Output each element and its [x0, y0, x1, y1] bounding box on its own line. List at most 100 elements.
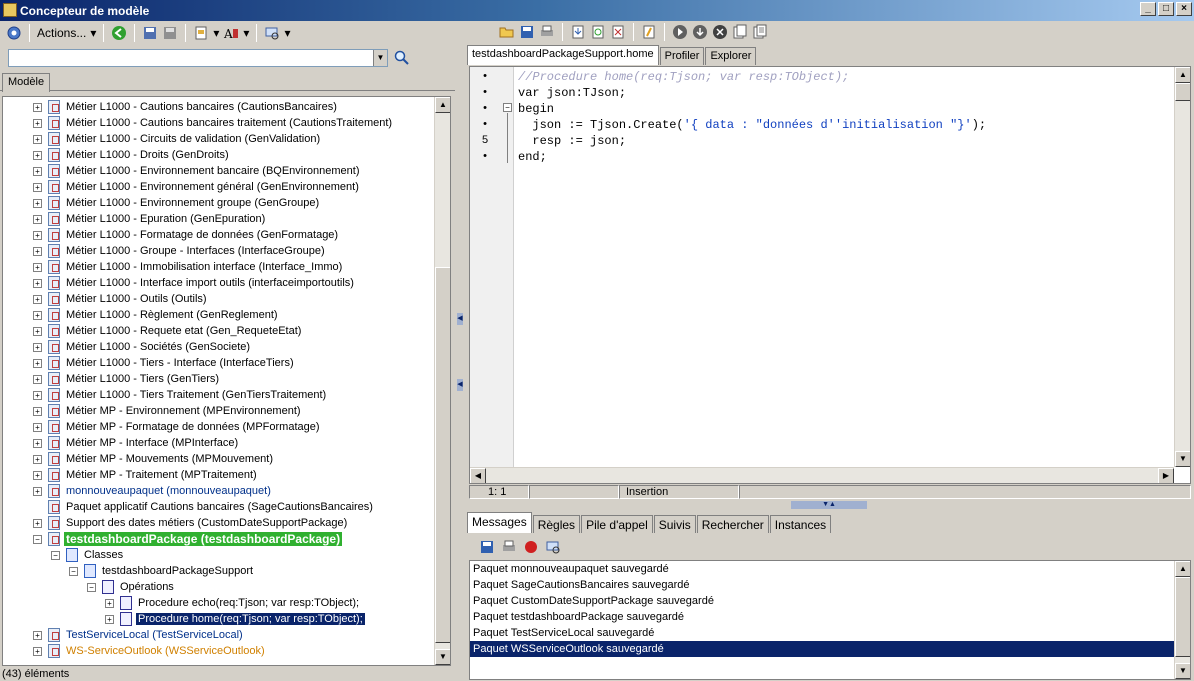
tree-item[interactable]: + Métier L1000 - Tiers (GenTiers) [33, 371, 221, 387]
vertical-splitter[interactable]: ◀ ◀ [455, 21, 465, 681]
view-icon[interactable] [264, 25, 280, 41]
docs-icon[interactable] [732, 24, 748, 40]
tree-item[interactable]: + Métier L1000 - Immobilisation interface… [33, 259, 344, 275]
expand-toggle[interactable]: + [33, 262, 42, 272]
message-row[interactable]: Paquet testdashboardPackage sauvegardé [470, 609, 1174, 625]
record-icon[interactable] [523, 539, 539, 555]
expand-toggle[interactable]: + [33, 422, 42, 432]
print-icon[interactable] [539, 24, 555, 40]
back-arrow-icon[interactable] [111, 25, 127, 41]
expand-toggle[interactable]: + [33, 390, 42, 400]
expand-toggle[interactable]: + [33, 102, 42, 112]
bottom-tab[interactable]: Pile d'appel [581, 515, 653, 533]
scroll-down-arrow[interactable]: ▼ [1175, 663, 1190, 679]
tree-item[interactable]: + Métier L1000 - Epuration (GenEpuration) [33, 211, 267, 227]
chevron-down-icon[interactable]: ▾ [90, 26, 96, 40]
save-all-icon[interactable] [142, 25, 158, 41]
expand-toggle[interactable]: + [33, 278, 42, 288]
scroll-up-arrow[interactable]: ▲ [435, 97, 450, 113]
tree-item[interactable]: + Métier MP - Interface (MPInterface) [33, 435, 240, 451]
tree-item[interactable]: + Métier L1000 - Environnement général (G… [33, 179, 361, 195]
expand-toggle[interactable]: + [33, 342, 42, 352]
new-item-icon[interactable] [193, 25, 209, 41]
fold-toggle[interactable]: − [503, 103, 512, 112]
bottom-tab[interactable]: Instances [769, 515, 832, 533]
scroll-thumb[interactable] [1175, 83, 1190, 101]
maximize-button[interactable]: □ [1158, 2, 1174, 16]
expand-toggle[interactable]: + [105, 614, 114, 624]
scroll-up-arrow[interactable]: ▲ [1175, 67, 1190, 83]
tree-item[interactable]: + Métier L1000 - Tiers - Interface (Inter… [33, 355, 296, 371]
editor-hscrollbar[interactable]: ◀ ▶ [470, 467, 1174, 483]
tree-item[interactable]: Paquet applicatif Cautions bancaires (Sa… [33, 499, 375, 515]
minimize-button[interactable]: _ [1140, 2, 1156, 16]
tree-item[interactable]: + Métier MP - Formatage de données (MPFor… [33, 419, 322, 435]
compile-icon[interactable] [641, 24, 657, 40]
tree-item[interactable]: + monnouveaupaquet (monnouveaupaquet) [33, 483, 273, 499]
scroll-left-arrow[interactable]: ◀ [470, 468, 486, 483]
expand-toggle[interactable]: + [33, 246, 42, 256]
editor-vscrollbar[interactable]: ▲ ▼ [1174, 67, 1190, 467]
expand-toggle[interactable]: + [105, 598, 114, 608]
messages-list[interactable]: Paquet monnouveaupaquet sauvegardé Paquet… [469, 560, 1191, 680]
expand-toggle[interactable]: + [33, 470, 42, 480]
search-input[interactable]: ▼ [8, 49, 388, 67]
run-icon[interactable] [672, 24, 688, 40]
tree-item[interactable]: + TestServiceLocal (TestServiceLocal) [33, 627, 245, 643]
save-icon[interactable] [519, 24, 535, 40]
tree-item[interactable]: + WS-ServiceOutlook (WSServiceOutlook) [33, 643, 267, 659]
message-row[interactable]: Paquet CustomDateSupportPackage sauvegar… [470, 593, 1174, 609]
expand-toggle[interactable]: + [33, 646, 42, 656]
expand-toggle[interactable]: + [33, 486, 42, 496]
editor-tab[interactable]: Explorer [705, 47, 757, 65]
message-row[interactable]: Paquet TestServiceLocal sauvegardé [470, 625, 1174, 641]
tree-scrollbar[interactable]: ▲ ▼ [434, 97, 450, 665]
expand-toggle[interactable]: + [33, 326, 42, 336]
tree-item[interactable]: + Métier MP - Environnement (MPEnvironnem… [33, 403, 303, 419]
tree-item[interactable]: + Métier L1000 - Cautions bancaires trait… [33, 115, 394, 131]
tree-item[interactable]: + Métier L1000 - Sociétés (GenSociete) [33, 339, 252, 355]
expand-toggle[interactable]: + [33, 374, 42, 384]
expand-toggle[interactable]: + [33, 118, 42, 128]
collapse-right-arrow[interactable]: ◀ [457, 379, 463, 391]
tree-item[interactable]: + Métier MP - Traitement (MPTraitement) [33, 467, 259, 483]
expand-toggle[interactable]: + [33, 454, 42, 464]
open-folder-icon[interactable] [499, 24, 515, 40]
tree-item[interactable]: − Classes [51, 547, 125, 563]
bottom-tab[interactable]: Règles [532, 515, 581, 533]
magnifier-icon[interactable] [394, 50, 410, 66]
tree-item[interactable]: + Support des dates métiers (CustomDateSu… [33, 515, 349, 531]
tree-item[interactable]: + Métier L1000 - Environnement bancaire (… [33, 163, 361, 179]
delete-doc-icon[interactable] [610, 24, 626, 40]
tree-item[interactable]: + Métier L1000 - Environnement groupe (Ge… [33, 195, 321, 211]
tree-item[interactable]: + Métier L1000 - Circuits de validation (… [33, 131, 322, 147]
expand-toggle[interactable]: − [51, 550, 60, 560]
expand-toggle[interactable]: + [33, 182, 42, 192]
tree-item[interactable]: + Métier L1000 - Outils (Outils) [33, 291, 209, 307]
docs-list-icon[interactable] [752, 24, 768, 40]
expand-toggle[interactable]: + [33, 358, 42, 368]
disk-icon[interactable] [162, 25, 178, 41]
chevron-down-icon[interactable]: ▼ [373, 50, 387, 66]
editor-tab[interactable]: Profiler [659, 47, 705, 65]
scroll-thumb[interactable] [435, 267, 450, 643]
refresh-doc-icon[interactable] [590, 24, 606, 40]
scroll-down-arrow[interactable]: ▼ [435, 649, 450, 665]
tree-item[interactable]: − Opérations [87, 579, 176, 595]
expand-toggle[interactable]: − [87, 582, 96, 592]
tree-item[interactable]: + Procedure echo(req:Tjson; var resp:TObj… [105, 595, 361, 611]
expand-toggle[interactable]: + [33, 230, 42, 240]
code-editor[interactable]: − • • • • 5 • //Procedure home(req:Tjson; var… [469, 66, 1191, 484]
scroll-thumb[interactable] [1175, 577, 1190, 657]
tree-item[interactable]: + Procedure home(req:Tjson; var resp:TObj… [105, 611, 365, 627]
bottom-tab[interactable]: Messages [467, 512, 532, 533]
bottom-tab[interactable]: Rechercher [696, 515, 769, 533]
message-row[interactable]: Paquet SageCautionsBancaires sauvegardé [470, 577, 1174, 593]
expand-toggle[interactable]: + [33, 150, 42, 160]
collapse-left-arrow[interactable]: ◀ [457, 313, 463, 325]
step-icon[interactable] [692, 24, 708, 40]
bottom-tab[interactable]: Suivis [653, 515, 696, 533]
expand-toggle[interactable]: + [33, 406, 42, 416]
horizontal-splitter[interactable]: ▼▲ [791, 501, 867, 509]
expand-toggle[interactable]: + [33, 294, 42, 304]
